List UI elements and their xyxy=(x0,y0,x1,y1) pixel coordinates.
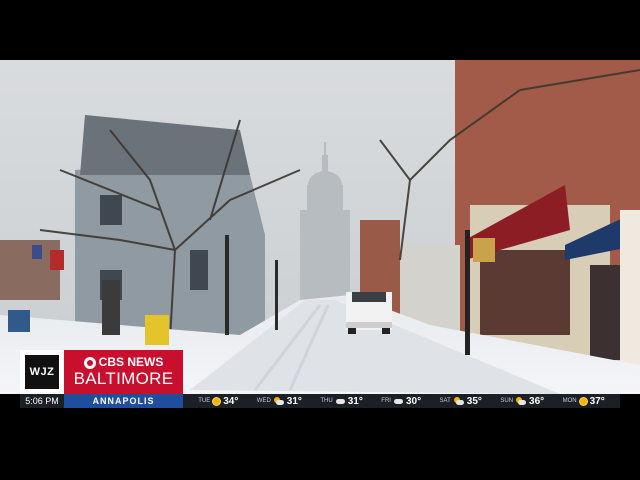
wjz-logo: WJZ xyxy=(20,350,64,394)
forecast-day-label: THU xyxy=(320,398,333,404)
wjz-logo-text: WJZ xyxy=(25,355,59,389)
street-photo xyxy=(0,60,640,394)
forecast-temp: 35° xyxy=(466,395,482,407)
partly-cloudy-icon xyxy=(453,397,464,405)
cloud-icon xyxy=(393,398,403,404)
forecast-temp: 37° xyxy=(589,395,605,407)
video-frame: WJZ CBS NEWS BALTIMORE 5:06 PM ANNAPOLIS… xyxy=(0,0,640,480)
forecast-day-label: WED xyxy=(256,398,271,404)
forecast-day: THU 31° xyxy=(320,396,362,407)
forecast-strip: TUE 34° WED 31° THU 31° FRI 30° SAT 35° SUN 36° MON 3… xyxy=(183,396,620,407)
sun-icon xyxy=(579,397,587,405)
forecast-day: WED 31° xyxy=(257,396,302,407)
forecast-day: TUE 34° xyxy=(198,396,238,407)
forecast-day: FRI 30° xyxy=(381,396,421,407)
forecast-day-label: SUN xyxy=(500,398,514,404)
forecast-day-label: TUE xyxy=(198,398,211,404)
partly-cloudy-icon xyxy=(273,397,284,405)
white-pickup-truck xyxy=(346,292,392,334)
forecast-temp: 30° xyxy=(405,395,422,407)
forecast-temp: 31° xyxy=(286,395,302,407)
cloud-icon xyxy=(335,398,345,404)
sun-icon xyxy=(213,397,221,405)
forecast-day: MON 37° xyxy=(563,396,605,407)
forecast-day-label: FRI xyxy=(381,398,391,404)
city-name: BALTIMORE xyxy=(73,369,174,388)
forecast-day: SUN 36° xyxy=(500,396,544,407)
forecast-temp: 34° xyxy=(223,395,239,407)
forecast-day-label: MON xyxy=(562,398,577,404)
cbs-news-baltimore-logo: CBS NEWS BALTIMORE xyxy=(64,350,183,394)
forecast-day: SAT 35° xyxy=(440,396,482,407)
station-branding: WJZ CBS NEWS BALTIMORE xyxy=(20,350,183,394)
forecast-temp: 36° xyxy=(529,395,545,407)
partly-cloudy-icon xyxy=(516,397,527,405)
forecast-temp: 31° xyxy=(347,395,363,407)
network-name: CBS NEWS xyxy=(98,355,164,369)
forecast-day-label: SAT xyxy=(439,398,451,404)
snowy-street-scene xyxy=(0,60,640,394)
right-brick-building xyxy=(455,60,640,370)
ticker-location: ANNAPOLIS xyxy=(64,394,183,408)
ticker-time: 5:06 PM xyxy=(25,396,59,406)
weather-ticker: 5:06 PM ANNAPOLIS TUE 34° WED 31° THU 31° FRI 3… xyxy=(20,394,620,408)
cbs-eye-icon xyxy=(83,356,96,369)
